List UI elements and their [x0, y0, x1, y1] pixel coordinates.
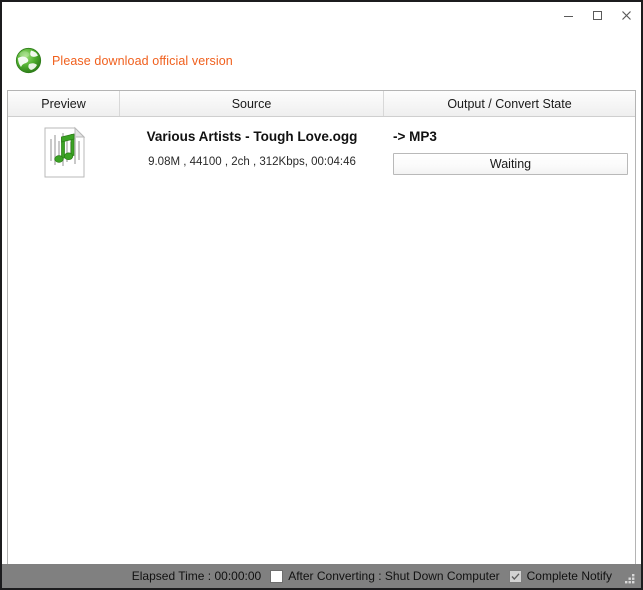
- row-output-cell: -> MP3 Waiting: [384, 123, 635, 175]
- resize-grip-icon[interactable]: [623, 572, 637, 586]
- complete-notify-item[interactable]: Complete Notify: [508, 569, 612, 583]
- globe-icon: [14, 46, 44, 76]
- promo-banner[interactable]: Please download official version: [2, 32, 641, 90]
- column-header-row: Preview Source Output / Convert State: [8, 91, 635, 117]
- maximize-icon: [593, 10, 602, 20]
- column-header-source[interactable]: Source: [120, 91, 384, 116]
- row-preview-cell: [8, 123, 120, 181]
- promo-banner-text: Please download official version: [52, 54, 233, 68]
- elapsed-time-label: Elapsed Time : 00:00:00: [131, 569, 262, 583]
- close-button[interactable]: [612, 4, 641, 26]
- shutdown-after-converting-item[interactable]: After Converting : Shut Down Computer: [270, 569, 500, 583]
- convert-state-button[interactable]: Waiting: [393, 153, 628, 175]
- conversion-list-panel: Preview Source Output / Convert State Va…: [7, 90, 636, 564]
- column-header-preview[interactable]: Preview: [8, 91, 120, 116]
- elapsed-time-item: Elapsed Time : 00:00:00: [132, 569, 261, 583]
- output-format-label: -> MP3: [393, 129, 437, 144]
- close-icon: [622, 10, 631, 20]
- source-file-meta: 9.08M , 44100 , 2ch , 312Kbps, 00:04:46: [148, 156, 356, 168]
- source-file-title: Various Artists - Tough Love.ogg: [146, 129, 358, 144]
- window-controls: [554, 2, 641, 28]
- shutdown-checkbox[interactable]: [270, 569, 284, 583]
- row-source-cell: Various Artists - Tough Love.ogg 9.08M ,…: [120, 123, 384, 168]
- table-row[interactable]: Various Artists - Tough Love.ogg 9.08M ,…: [8, 117, 635, 181]
- check-icon: [511, 572, 520, 580]
- conversion-rows: Various Artists - Tough Love.ogg 9.08M ,…: [8, 117, 635, 564]
- application-window: Please download official version Preview…: [0, 0, 643, 590]
- minimize-icon: [564, 15, 573, 17]
- maximize-button[interactable]: [583, 4, 612, 26]
- status-bar: Elapsed Time : 00:00:00 After Converting…: [2, 564, 641, 588]
- minimize-button[interactable]: [554, 4, 583, 26]
- column-header-output[interactable]: Output / Convert State: [384, 91, 635, 116]
- audio-file-icon: [38, 125, 90, 181]
- shutdown-label: After Converting : Shut Down Computer: [288, 569, 500, 583]
- title-bar: [2, 2, 641, 32]
- complete-notify-label: Complete Notify: [526, 569, 612, 583]
- complete-notify-checkbox[interactable]: [508, 569, 522, 583]
